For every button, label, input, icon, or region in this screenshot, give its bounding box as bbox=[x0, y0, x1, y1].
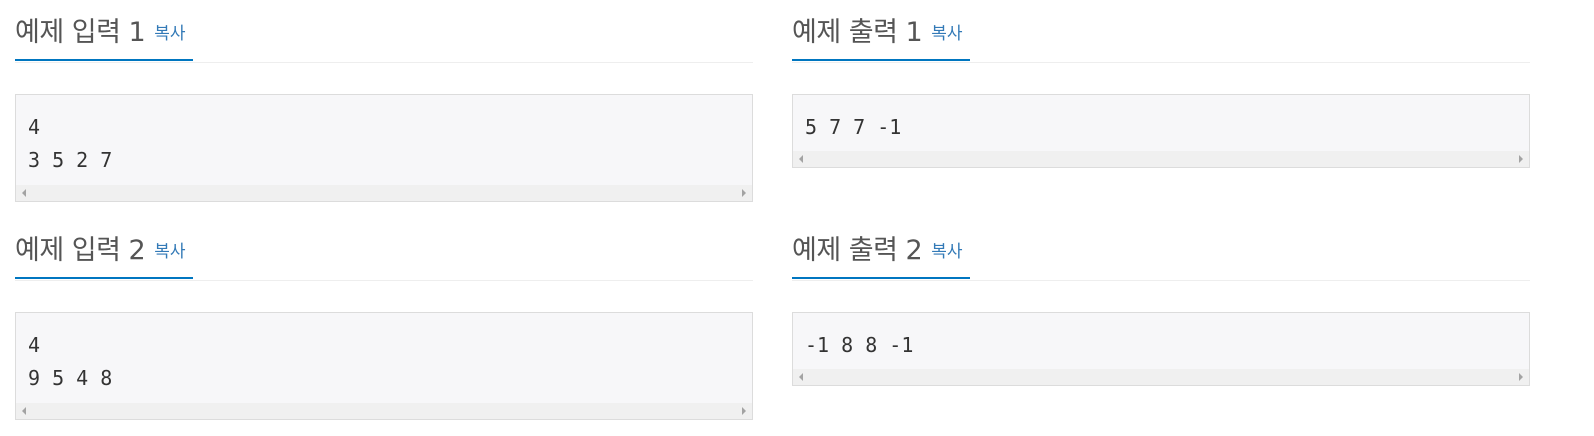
sample-output-2: 예제 출력 2 복사 -1 8 8 -1 bbox=[792, 218, 1530, 386]
sample-input-1: 예제 입력 1 복사 4 3 5 2 7 bbox=[15, 0, 753, 202]
scroll-left-arrow-icon[interactable] bbox=[799, 155, 803, 163]
sample-input-2: 예제 입력 2 복사 4 9 5 4 8 bbox=[15, 218, 753, 420]
sample-output-2-content: -1 8 8 -1 bbox=[805, 333, 914, 357]
horizontal-scrollbar[interactable] bbox=[16, 403, 752, 419]
scroll-right-arrow-icon[interactable] bbox=[742, 189, 746, 197]
sample-output-1-content: 5 7 7 -1 bbox=[805, 115, 902, 139]
sample-input-1-code-box[interactable]: 4 3 5 2 7 bbox=[15, 94, 753, 202]
horizontal-scrollbar[interactable] bbox=[16, 185, 752, 201]
scroll-left-arrow-icon[interactable] bbox=[22, 407, 26, 415]
sample-output-2-title: 예제 출력 2 bbox=[792, 235, 923, 266]
problem-samples: 예제 입력 1 복사 4 3 5 2 7 예제 출력 1 복사 5 7 7 -1 bbox=[0, 0, 1594, 436]
copy-sample-input-2-button[interactable]: 복사 bbox=[154, 237, 185, 262]
sample-output-2-headline: 예제 출력 2 복사 bbox=[792, 218, 1530, 281]
scroll-right-arrow-icon[interactable] bbox=[1519, 155, 1523, 163]
scroll-right-arrow-icon[interactable] bbox=[1519, 373, 1523, 381]
scroll-right-arrow-icon[interactable] bbox=[742, 407, 746, 415]
copy-sample-output-1-button[interactable]: 복사 bbox=[931, 19, 962, 44]
sample-input-2-code-box[interactable]: 4 9 5 4 8 bbox=[15, 312, 753, 420]
copy-sample-output-2-button[interactable]: 복사 bbox=[931, 237, 962, 262]
sample-output-1: 예제 출력 1 복사 5 7 7 -1 bbox=[792, 0, 1530, 168]
sample-input-2-content: 4 9 5 4 8 bbox=[28, 333, 113, 390]
headline-underline: 예제 출력 1 복사 bbox=[792, 0, 971, 61]
headline-underline: 예제 입력 1 복사 bbox=[15, 0, 194, 61]
sample-output-1-code-box[interactable]: 5 7 7 -1 bbox=[792, 94, 1530, 168]
sample-output-1-headline: 예제 출력 1 복사 bbox=[792, 0, 1530, 63]
copy-sample-input-1-button[interactable]: 복사 bbox=[154, 19, 185, 44]
scroll-left-arrow-icon[interactable] bbox=[799, 373, 803, 381]
sample-input-2-headline: 예제 입력 2 복사 bbox=[15, 218, 753, 281]
headline-underline: 예제 입력 2 복사 bbox=[15, 218, 194, 279]
headline-underline: 예제 출력 2 복사 bbox=[792, 218, 971, 279]
sample-output-1-title: 예제 출력 1 bbox=[792, 17, 923, 48]
horizontal-scrollbar[interactable] bbox=[793, 369, 1529, 385]
sample-input-2-title: 예제 입력 2 bbox=[15, 235, 146, 266]
sample-output-2-code-box[interactable]: -1 8 8 -1 bbox=[792, 312, 1530, 386]
sample-input-1-headline: 예제 입력 1 복사 bbox=[15, 0, 753, 63]
horizontal-scrollbar[interactable] bbox=[793, 151, 1529, 167]
scroll-left-arrow-icon[interactable] bbox=[22, 189, 26, 197]
sample-input-1-content: 4 3 5 2 7 bbox=[28, 115, 113, 172]
sample-input-1-title: 예제 입력 1 bbox=[15, 17, 146, 48]
